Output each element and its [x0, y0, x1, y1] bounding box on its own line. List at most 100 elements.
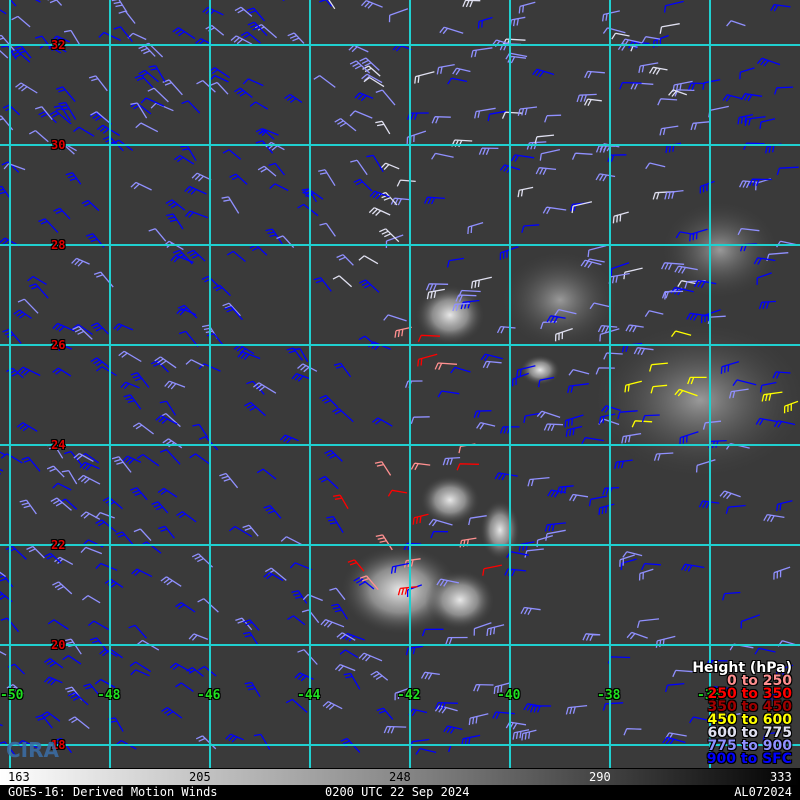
wind-barb — [366, 154, 384, 173]
wind-barb — [659, 23, 680, 34]
wind-barb — [602, 702, 624, 711]
wind-barb — [138, 69, 159, 83]
lat-label-24: 24 — [51, 438, 66, 452]
wind-barb — [353, 178, 373, 192]
wind-barb — [648, 66, 668, 75]
wind-barb — [151, 501, 169, 514]
wind-barb — [154, 356, 177, 369]
wind-barb — [584, 98, 602, 106]
wind-barb — [543, 423, 564, 431]
colorbar-tick: 205 — [189, 770, 211, 784]
wind-barb — [52, 482, 72, 491]
wind-barb — [571, 152, 593, 160]
wind-barb — [504, 568, 527, 577]
wind-barb — [0, 468, 4, 472]
wind-barb — [532, 68, 555, 78]
lat-label-28: 28 — [51, 238, 66, 252]
wind-barb — [362, 65, 381, 77]
wind-barb — [0, 9, 7, 15]
wind-barb — [46, 465, 65, 478]
wind-barb — [197, 598, 219, 613]
wind-barb — [663, 0, 684, 13]
wind-barb — [380, 162, 400, 171]
wind-barb — [96, 366, 117, 377]
wind-barb — [43, 658, 64, 669]
wind-barb — [376, 707, 394, 720]
wind-barb — [370, 670, 389, 681]
wind-barb — [213, 284, 231, 297]
wind-barb — [159, 400, 177, 416]
wind-barb — [135, 122, 159, 133]
wind-barb — [131, 568, 153, 578]
product-title: GOES-16: Derived Motion Winds — [8, 785, 218, 799]
wind-barb — [318, 169, 336, 187]
wind-barb — [518, 1, 536, 14]
wind-barb — [62, 655, 82, 665]
wind-barb — [708, 105, 729, 118]
wind-barb — [349, 110, 373, 119]
wind-barb — [221, 196, 240, 214]
wind-barb — [567, 383, 589, 394]
wind-barb — [174, 154, 195, 165]
wind-barb — [181, 100, 201, 114]
wind-barb — [73, 126, 95, 137]
wind-barb — [50, 497, 72, 511]
wind-barb — [756, 57, 781, 67]
wind-barb — [118, 350, 142, 363]
lat-label-26: 26 — [51, 338, 66, 352]
wind-barb — [626, 631, 648, 640]
wind-barb — [268, 162, 286, 176]
wind-barb — [9, 0, 17, 7]
lon-label-42: -42 — [397, 688, 421, 703]
wind-barb — [336, 254, 354, 266]
wind-barb — [9, 49, 31, 63]
wind-barb — [664, 732, 687, 740]
wind-barb — [439, 26, 464, 35]
wind-barb — [450, 366, 471, 374]
wind-barb — [754, 647, 776, 655]
wind-barb — [95, 511, 115, 519]
wind-barb — [524, 548, 544, 558]
wind-barb — [165, 199, 186, 211]
colorbar-tick: 163 — [8, 770, 30, 784]
wind-barb — [130, 181, 152, 191]
wind-barb — [17, 366, 41, 377]
wind-barb — [368, 207, 391, 216]
wind-barb — [27, 275, 47, 285]
wind-barb — [492, 711, 515, 719]
wind-barb — [354, 92, 374, 102]
wind-barb — [332, 275, 353, 288]
wind-barb — [257, 165, 277, 177]
wind-barb — [623, 728, 642, 736]
wind-barb — [118, 10, 136, 24]
wind-barb — [410, 462, 431, 471]
wind-barb — [702, 79, 721, 90]
wind-barb — [219, 472, 239, 489]
wind-barb — [95, 562, 118, 571]
wind-barb — [740, 93, 763, 102]
wind-barb — [763, 513, 785, 523]
wind-barb — [244, 401, 266, 417]
wind-barb — [776, 500, 793, 512]
wind-barb — [158, 525, 175, 539]
wind-barb — [28, 283, 49, 299]
wind-barb — [584, 70, 605, 79]
wind-barb — [297, 649, 318, 665]
wind-barb — [473, 683, 494, 692]
wind-barb — [140, 541, 162, 554]
wind-barb — [430, 530, 449, 539]
wind-barb — [150, 360, 169, 373]
wind-barb — [758, 300, 777, 310]
wind-barb — [71, 257, 90, 267]
wind-barb — [291, 372, 311, 382]
wind-barb — [289, 562, 313, 571]
wind-barb — [324, 449, 343, 462]
wind-barb — [544, 114, 562, 123]
wind-barb — [28, 130, 49, 143]
wind-barb — [234, 87, 253, 99]
wind-barb — [34, 0, 41, 3]
wind-barb — [255, 128, 275, 140]
wind-barb — [414, 71, 435, 84]
wind-barb — [53, 105, 71, 121]
wind-barb — [244, 681, 261, 698]
